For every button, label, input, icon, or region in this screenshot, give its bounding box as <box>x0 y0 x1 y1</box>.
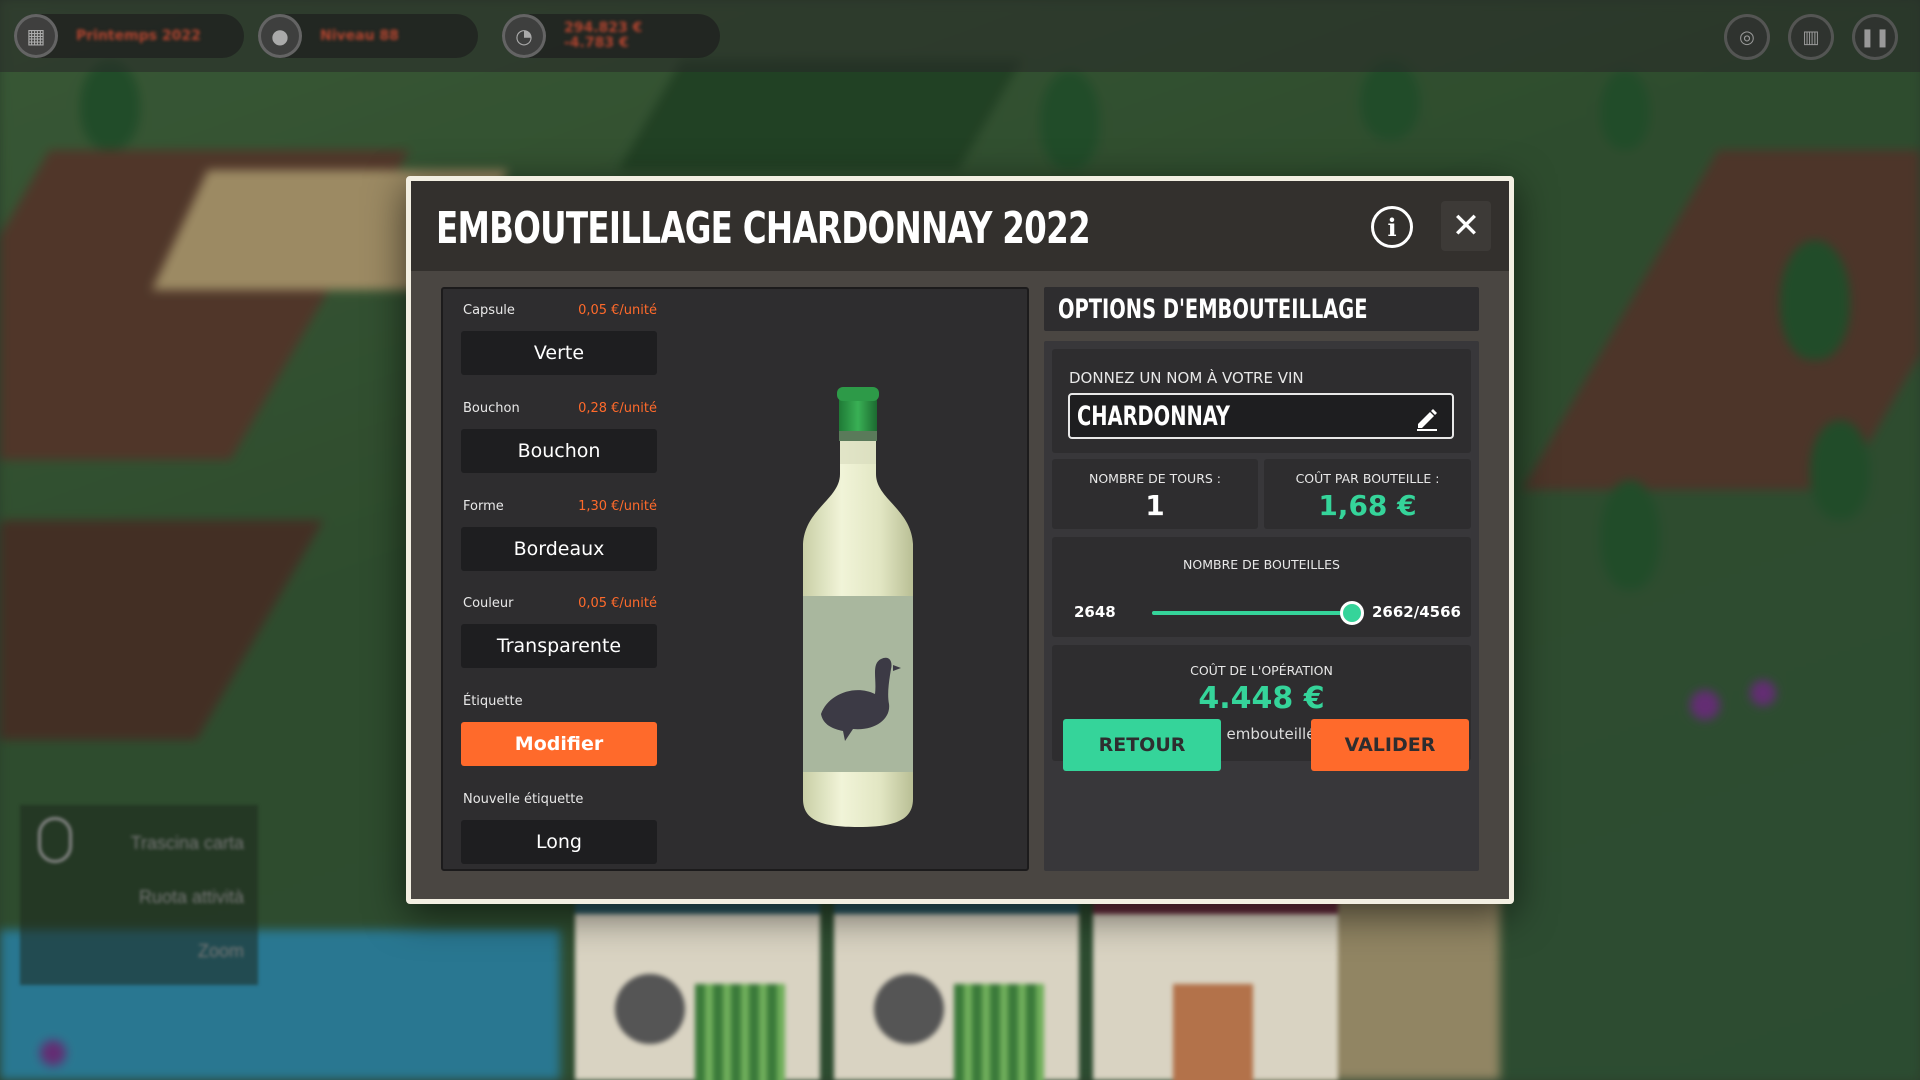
money-text-group: 294.823 € -4.783 € <box>564 21 642 51</box>
production-cards <box>575 900 1338 1080</box>
option-shape: Forme 1,30 €/unité Bordeaux <box>461 499 657 571</box>
money-text: 294.823 € <box>564 20 643 36</box>
option-label: Forme <box>463 499 504 514</box>
wine-name-box: DONNEZ UN NOM À VOTRE VIN CHARDONNAY <box>1052 349 1471 453</box>
stats-icon[interactable]: ◎ <box>1724 14 1770 60</box>
operation-cost-label: COÛT DE L'OPÉRATION <box>1190 663 1333 678</box>
money-icon: ◔ <box>502 14 546 58</box>
dialog-title: EMBOUTEILLAGE CHARDONNAY 2022 <box>436 203 1091 254</box>
info-icon[interactable]: i <box>1371 206 1413 248</box>
rounds-value: 1 <box>1145 489 1165 522</box>
money-delta-text: -4.783 € <box>564 35 629 51</box>
cost-per-bottle-box: COÛT PAR BOUTEILLE : 1,68 € <box>1264 459 1471 529</box>
wine-name-label: DONNEZ UN NOM À VOTRE VIN <box>1069 369 1304 387</box>
slider-fill <box>1152 611 1352 615</box>
cog-icon <box>874 974 944 1044</box>
option-label: Couleur <box>463 596 514 611</box>
production-card[interactable] <box>834 900 1079 1080</box>
confirm-button[interactable]: VALIDER <box>1311 719 1469 771</box>
options-header-title: OPTIONS D'EMBOUTEILLAGE <box>1058 294 1368 325</box>
back-button[interactable]: RETOUR <box>1063 719 1221 771</box>
bottling-options-panel: DONNEZ UN NOM À VOTRE VIN CHARDONNAY NOM… <box>1044 341 1479 871</box>
cog-icon <box>615 974 685 1044</box>
cost-per-bottle-label: COÛT PAR BOUTEILLE : <box>1295 471 1440 486</box>
market-icon[interactable]: ▥ <box>1788 14 1834 60</box>
option-price: 0,05 €/unité <box>578 303 657 318</box>
option-label-edit: Étiquette Modifier <box>461 694 657 766</box>
rounds-label: NOMBRE DE TOURS : <box>1088 471 1222 486</box>
dialog-header: EMBOUTEILLAGE CHARDONNAY 2022 i ✕ <box>411 181 1509 271</box>
bottle-count-current: 2662/4566 <box>1372 603 1461 621</box>
mouse-icon <box>38 817 72 863</box>
bottle-count-min: 2648 <box>1074 603 1116 621</box>
bottle-customization-panel: Capsule 0,05 €/unité Verte Bouchon 0,28 … <box>441 287 1029 871</box>
options-header: OPTIONS D'EMBOUTEILLAGE <box>1044 287 1479 331</box>
top-hud: ▦ Printemps 2022 ● Niveau 88 ◔ 294.823 €… <box>0 0 1920 72</box>
pencil-icon[interactable] <box>1414 405 1440 431</box>
level-text: Niveau 88 <box>320 28 399 44</box>
wine-name-field[interactable]: CHARDONNAY <box>1068 393 1454 439</box>
bottle-preview <box>793 359 923 829</box>
bottle-count-label: NOMBRE DE BOUTEILLES <box>1183 557 1340 572</box>
calendar-icon: ▦ <box>14 14 58 58</box>
cork-select-button[interactable]: Bouchon <box>461 429 657 473</box>
shape-select-button[interactable]: Bordeaux <box>461 527 657 571</box>
controls-hint-panel: Trascina carta Ruota attività Zoom <box>20 805 258 985</box>
production-card[interactable] <box>1093 900 1338 1080</box>
wine-bottle-icon <box>803 387 913 827</box>
pause-icon[interactable]: ❚❚ <box>1852 14 1898 60</box>
color-select-button[interactable]: Transparente <box>461 624 657 668</box>
wine-press-icon <box>1173 984 1253 1080</box>
option-color: Couleur 0,05 €/unité Transparente <box>461 596 657 668</box>
option-new-label: Nouvelle étiquette Long <box>461 792 657 864</box>
control-zoom: Zoom <box>197 941 244 961</box>
option-label: Capsule <box>463 303 515 318</box>
option-price: 0,28 €/unité <box>578 401 657 416</box>
option-label: Bouchon <box>463 401 520 416</box>
production-card[interactable] <box>575 900 820 1080</box>
cost-per-bottle-value: 1,68 € <box>1318 489 1417 522</box>
option-cork: Bouchon 0,28 €/unité Bouchon <box>461 401 657 473</box>
level-icon: ● <box>258 14 302 58</box>
capsule-select-button[interactable]: Verte <box>461 331 657 375</box>
option-capsule: Capsule 0,05 €/unité Verte <box>461 303 657 375</box>
option-price: 1,30 €/unité <box>578 499 657 514</box>
option-label: Nouvelle étiquette <box>463 792 584 807</box>
season-text: Printemps 2022 <box>76 28 201 44</box>
level-chip[interactable]: ● Niveau 88 <box>258 14 478 58</box>
money-chip[interactable]: ◔ 294.823 € -4.783 € <box>502 14 720 58</box>
option-price: 0,05 €/unité <box>578 596 657 611</box>
option-label: Étiquette <box>463 694 523 709</box>
bottle-count-box: NOMBRE DE BOUTEILLES 2648 2662/4566 <box>1052 537 1471 637</box>
rounds-box: NOMBRE DE TOURS : 1 <box>1052 459 1258 529</box>
vine-rows <box>695 984 785 1080</box>
wine-name-value: CHARDONNAY <box>1077 401 1231 432</box>
operation-cost-value: 4.448 € <box>1198 681 1325 716</box>
control-drag: Trascina carta <box>130 833 244 853</box>
bottling-dialog: EMBOUTEILLAGE CHARDONNAY 2022 i ✕ Capsul… <box>406 176 1514 904</box>
control-rotate: Ruota attività <box>138 887 244 907</box>
close-icon[interactable]: ✕ <box>1441 201 1491 251</box>
slider-thumb[interactable] <box>1340 601 1364 625</box>
modify-label-button[interactable]: Modifier <box>461 722 657 766</box>
vine-rows <box>954 984 1044 1080</box>
bottle-count-slider[interactable] <box>1152 601 1364 625</box>
season-chip[interactable]: ▦ Printemps 2022 <box>14 14 244 58</box>
new-label-select-button[interactable]: Long <box>461 820 657 864</box>
